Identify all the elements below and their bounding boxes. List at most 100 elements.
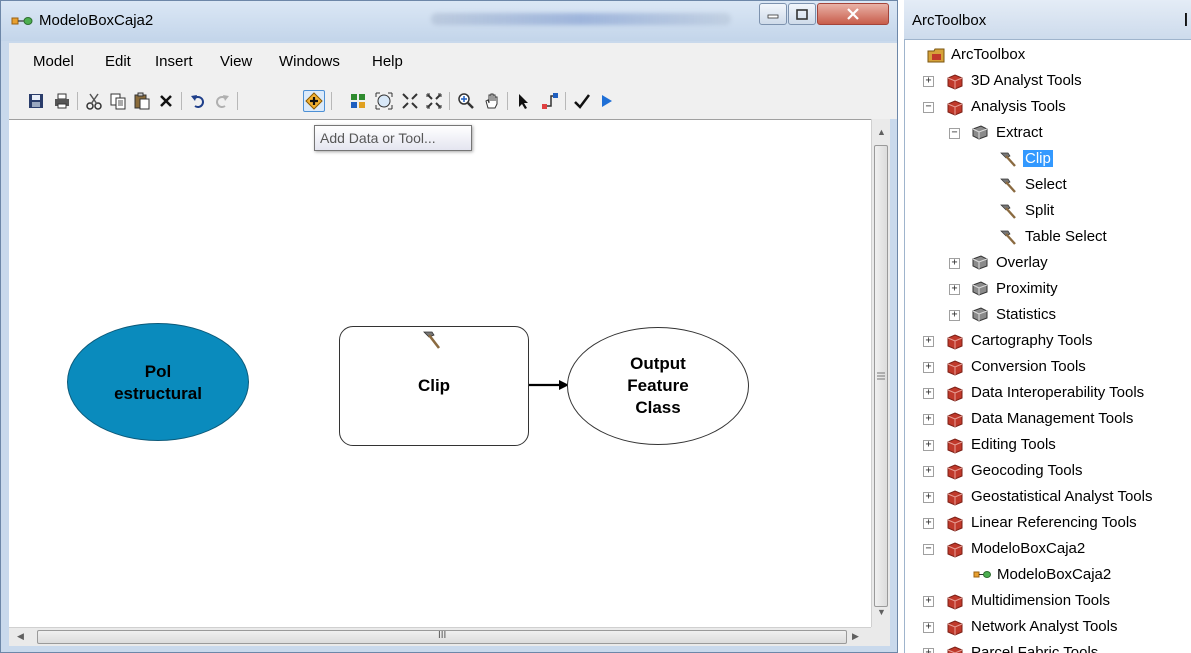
- arctoolbox-header[interactable]: ArcToolbox |: [904, 0, 1191, 40]
- tree-item[interactable]: + Geostatistical Analyst Tools: [905, 484, 1191, 510]
- tree-item[interactable]: Split: [905, 198, 1191, 224]
- tree-root[interactable]: ArcToolbox: [905, 42, 1191, 68]
- tree-item[interactable]: − ModeloBoxCaja2: [905, 536, 1191, 562]
- collapse-icon[interactable]: −: [923, 102, 934, 113]
- toolbox-icon: [947, 74, 963, 90]
- tree-item-label: Conversion Tools: [971, 358, 1086, 375]
- tree-item[interactable]: + Parcel Fabric Tools: [905, 640, 1191, 653]
- hammer-icon: [1000, 178, 1016, 193]
- select-button[interactable]: [513, 90, 535, 112]
- expand-icon[interactable]: +: [923, 336, 934, 347]
- tree-item[interactable]: + Network Analyst Tools: [905, 614, 1191, 640]
- model-canvas[interactable]: Pol estructural Clip Output Feature Clas…: [9, 119, 871, 627]
- tree-item[interactable]: + Editing Tools: [905, 432, 1191, 458]
- copy-icon: [110, 93, 126, 110]
- zoom-out-fixed-button[interactable]: [423, 90, 445, 112]
- pan-icon: [485, 93, 498, 109]
- input-data-node[interactable]: Pol estructural: [67, 323, 249, 441]
- full-extent-button[interactable]: [373, 90, 395, 112]
- auto-layout-button[interactable]: [347, 90, 369, 112]
- run-button[interactable]: [595, 90, 617, 112]
- maximize-button[interactable]: [788, 3, 816, 25]
- expand-icon[interactable]: +: [923, 518, 934, 529]
- output-data-node[interactable]: Output Feature Class: [567, 327, 749, 445]
- cut-button[interactable]: [83, 90, 105, 112]
- menu-windows[interactable]: Windows: [279, 53, 340, 70]
- tree-item-label: Data Interoperability Tools: [971, 384, 1145, 401]
- expand-icon[interactable]: +: [923, 440, 934, 451]
- save-button[interactable]: [25, 90, 47, 112]
- print-button[interactable]: [51, 90, 73, 112]
- minimize-button[interactable]: [759, 3, 787, 25]
- maximize-icon: [796, 8, 808, 20]
- validate-button[interactable]: [571, 90, 593, 112]
- tree-item[interactable]: + Conversion Tools: [905, 354, 1191, 380]
- tool-node[interactable]: Clip: [339, 326, 529, 446]
- tree-item[interactable]: + Linear Referencing Tools: [905, 510, 1191, 536]
- tree-item[interactable]: + Geocoding Tools: [905, 458, 1191, 484]
- expand-icon[interactable]: +: [923, 414, 934, 425]
- tree-item[interactable]: + Overlay: [905, 250, 1191, 276]
- horizontal-scroll-thumb[interactable]: III: [37, 630, 847, 644]
- scroll-right-icon[interactable]: ▶: [852, 631, 859, 642]
- connect-button[interactable]: [539, 90, 561, 112]
- collapse-icon[interactable]: −: [923, 544, 934, 555]
- toolset-icon: [972, 281, 988, 296]
- redo-button[interactable]: [211, 90, 233, 112]
- input-label-line1: Pol: [144, 362, 172, 381]
- output-label-line2: Feature: [627, 376, 689, 395]
- tree-item[interactable]: Clip: [905, 146, 1191, 172]
- horizontal-scrollbar[interactable]: ◀ III ▶: [9, 627, 871, 646]
- zoom-in-fixed-button[interactable]: [399, 90, 421, 112]
- pane-handle[interactable]: |: [1184, 10, 1188, 26]
- close-button[interactable]: [817, 3, 889, 25]
- zoom-in-button[interactable]: [455, 90, 477, 112]
- zoom-in-fixed-icon: [402, 93, 418, 109]
- collapse-icon[interactable]: −: [949, 128, 960, 139]
- tree-item[interactable]: − Extract: [905, 120, 1191, 146]
- vertical-scroll-thumb[interactable]: [874, 145, 888, 607]
- input-label-line2: estructural: [114, 384, 202, 403]
- expand-icon[interactable]: +: [923, 362, 934, 373]
- tree-item[interactable]: Select: [905, 172, 1191, 198]
- scroll-up-icon[interactable]: ▲: [877, 127, 886, 137]
- tree-item[interactable]: + Multidimension Tools: [905, 588, 1191, 614]
- expand-icon[interactable]: +: [923, 76, 934, 87]
- vertical-scrollbar[interactable]: ▲ ▼: [871, 119, 890, 627]
- add-data-button[interactable]: [303, 90, 325, 112]
- tree-item[interactable]: + Proximity: [905, 276, 1191, 302]
- tree-item[interactable]: ModeloBoxCaja2: [905, 562, 1191, 588]
- scroll-down-icon[interactable]: ▼: [877, 607, 886, 617]
- tree-item[interactable]: − Analysis Tools: [905, 94, 1191, 120]
- delete-button[interactable]: [155, 90, 177, 112]
- connector-arrow: [529, 380, 569, 390]
- tree-item[interactable]: + Data Interoperability Tools: [905, 380, 1191, 406]
- arctoolbox-tree[interactable]: ArcToolbox +3D Analyst Tools − Analysis To…: [904, 40, 1191, 653]
- expand-icon[interactable]: +: [923, 648, 934, 653]
- expand-icon[interactable]: +: [949, 284, 960, 295]
- tree-item[interactable]: + Data Management Tools: [905, 406, 1191, 432]
- expand-icon[interactable]: +: [923, 622, 934, 633]
- tree-item[interactable]: + Cartography Tools: [905, 328, 1191, 354]
- expand-icon[interactable]: +: [949, 310, 960, 321]
- expand-icon[interactable]: +: [923, 596, 934, 607]
- menu-edit[interactable]: Edit: [105, 53, 131, 70]
- expand-icon[interactable]: +: [923, 466, 934, 477]
- tree-item[interactable]: +3D Analyst Tools: [905, 68, 1191, 94]
- expand-icon[interactable]: +: [923, 492, 934, 503]
- tree-item[interactable]: Table Select: [905, 224, 1191, 250]
- undo-button[interactable]: [187, 90, 209, 112]
- tree-item[interactable]: + Statistics: [905, 302, 1191, 328]
- copy-button[interactable]: [107, 90, 129, 112]
- menu-model[interactable]: Model: [33, 53, 74, 70]
- menu-insert[interactable]: Insert: [155, 53, 193, 70]
- expand-icon[interactable]: +: [949, 258, 960, 269]
- title-bar[interactable]: ModeloBoxCaja2: [1, 1, 897, 41]
- scroll-left-icon[interactable]: ◀: [17, 631, 24, 642]
- pan-button[interactable]: [481, 90, 503, 112]
- paste-button[interactable]: [131, 90, 153, 112]
- expand-icon[interactable]: +: [923, 388, 934, 399]
- menu-help[interactable]: Help: [372, 53, 403, 70]
- menu-view[interactable]: View: [220, 53, 252, 70]
- resize-grip[interactable]: [871, 627, 890, 646]
